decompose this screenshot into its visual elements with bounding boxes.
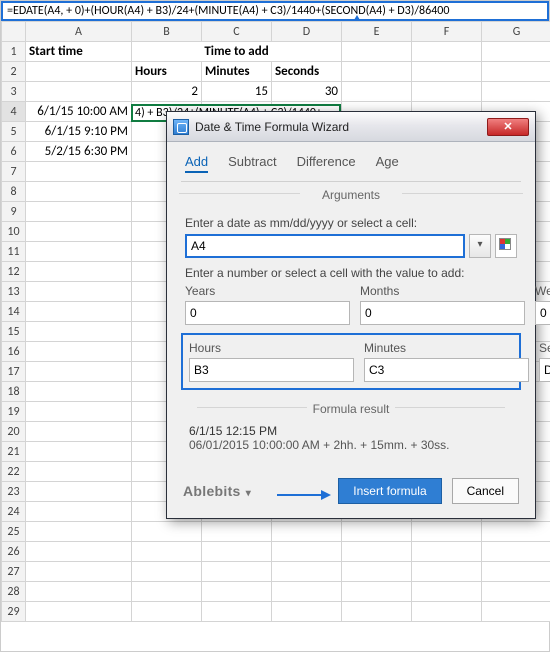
tab-age[interactable]: Age (376, 154, 399, 173)
weeks-input[interactable] (535, 301, 550, 325)
time-fields-highlight: Hours Minutes Seconds . (181, 333, 521, 390)
row-25[interactable]: 25 (2, 522, 26, 542)
col-D[interactable]: D (272, 22, 342, 42)
dialog-title: Date & Time Formula Wizard (195, 120, 349, 134)
result-line1: 6/1/15 12:15 PM (189, 424, 517, 438)
col-F[interactable]: F (412, 22, 482, 42)
col-E[interactable]: E (342, 22, 412, 42)
row-28[interactable]: 28 (2, 582, 26, 602)
cell-G3[interactable] (482, 82, 550, 102)
cell-C2[interactable]: Minutes (202, 62, 272, 82)
row-18[interactable]: 18 (2, 382, 26, 402)
formula-wizard-dialog: Date & Time Formula Wizard ✕ Add Subtrac… (166, 111, 536, 519)
cell-F1[interactable] (412, 42, 482, 62)
cell-E3[interactable] (342, 82, 412, 102)
cell-A3[interactable] (26, 82, 132, 102)
tab-bar: Add Subtract Difference Age (167, 142, 535, 181)
tab-difference[interactable]: Difference (297, 154, 356, 173)
row-24[interactable]: 24 (2, 502, 26, 522)
weeks-label: Weeks (535, 284, 550, 298)
row-6[interactable]: 6 (2, 142, 26, 162)
row-13[interactable]: 13 (2, 282, 26, 302)
date-input[interactable] (185, 234, 465, 258)
cell-G2[interactable] (482, 62, 550, 82)
tab-add[interactable]: Add (185, 154, 208, 173)
cancel-button[interactable]: Cancel (452, 478, 519, 504)
cell-B3[interactable]: 2 (132, 82, 202, 102)
cell-B2[interactable]: Hours (132, 62, 202, 82)
cell-E1[interactable] (342, 42, 412, 62)
cell-D2[interactable]: Seconds (272, 62, 342, 82)
hours-input[interactable] (189, 358, 354, 382)
row-12[interactable]: 12 (2, 262, 26, 282)
brand-label[interactable]: Ablebits ▾ (183, 483, 251, 499)
years-label: Years (185, 284, 350, 298)
cell-C3[interactable]: 15 (202, 82, 272, 102)
row-21[interactable]: 21 (2, 442, 26, 462)
section-arguments: Arguments (167, 182, 535, 204)
date-dropdown[interactable]: ▾ (469, 234, 491, 258)
cell-A5[interactable]: 6/1/15 9:10 PM (26, 122, 132, 142)
enter-date-label: Enter a date as mm/dd/yyyy or select a c… (185, 216, 517, 230)
cell-B1-D1[interactable]: Time to add (132, 42, 342, 62)
row-20[interactable]: 20 (2, 422, 26, 442)
chevron-down-icon: ▾ (243, 488, 251, 499)
row-1[interactable]: 1 (2, 42, 26, 62)
row-11[interactable]: 11 (2, 242, 26, 262)
hours-label: Hours (189, 341, 354, 355)
cell-A6[interactable]: 5/2/15 6:30 PM (26, 142, 132, 162)
col-B[interactable]: B (132, 22, 202, 42)
cell-picker-icon[interactable] (495, 234, 517, 258)
months-label: Months (360, 284, 525, 298)
row-10[interactable]: 10 (2, 222, 26, 242)
seconds-input[interactable] (539, 358, 550, 382)
row-26[interactable]: 26 (2, 542, 26, 562)
years-input[interactable] (185, 301, 350, 325)
row-4[interactable]: 4 (2, 102, 26, 122)
minutes-label: Minutes (364, 341, 529, 355)
section-result: Formula result (185, 396, 517, 418)
cell-F2[interactable] (412, 62, 482, 82)
column-header-row: A B C D E F G (2, 22, 550, 42)
row-22[interactable]: 22 (2, 462, 26, 482)
row-16[interactable]: 16 (2, 342, 26, 362)
col-A[interactable]: A (26, 22, 132, 42)
row-19[interactable]: 19 (2, 402, 26, 422)
insert-formula-button[interactable]: Insert formula (338, 478, 441, 504)
result-line2: 06/01/2015 10:00:00 AM + 2hh. + 15mm. + … (189, 438, 517, 452)
formula-bar[interactable]: =EDATE(A4, + 0)+(HOUR(A4) + B3)/24+(MINU… (1, 1, 549, 21)
minutes-input[interactable] (364, 358, 529, 382)
wizard-icon (173, 119, 189, 135)
cell-A1[interactable]: Start time (26, 42, 132, 62)
cell-E2[interactable] (342, 62, 412, 82)
enter-number-label: Enter a number or select a cell with the… (185, 266, 517, 280)
row-5[interactable]: 5 (2, 122, 26, 142)
row-3[interactable]: 3 (2, 82, 26, 102)
cell-A4[interactable]: 6/1/15 10:00 AM (26, 102, 132, 122)
dialog-titlebar[interactable]: Date & Time Formula Wizard ✕ (167, 112, 535, 142)
cell-G1[interactable] (482, 42, 550, 62)
cell-A2[interactable] (26, 62, 132, 82)
seconds-label: Seconds (539, 341, 550, 355)
cell-D3[interactable]: 30 (272, 82, 342, 102)
col-C[interactable]: C (202, 22, 272, 42)
row-9[interactable]: 9 (2, 202, 26, 222)
tab-subtract[interactable]: Subtract (228, 154, 276, 173)
row-14[interactable]: 14 (2, 302, 26, 322)
arrow-to-insert (277, 494, 329, 496)
row-8[interactable]: 8 (2, 182, 26, 202)
corner-cell[interactable] (2, 22, 26, 42)
close-button[interactable]: ✕ (487, 118, 529, 136)
row-17[interactable]: 17 (2, 362, 26, 382)
row-23[interactable]: 23 (2, 482, 26, 502)
cell-F3[interactable] (412, 82, 482, 102)
row-29[interactable]: 29 (2, 602, 26, 622)
row-7[interactable]: 7 (2, 162, 26, 182)
months-input[interactable] (360, 301, 525, 325)
row-2[interactable]: 2 (2, 62, 26, 82)
row-27[interactable]: 27 (2, 562, 26, 582)
col-G[interactable]: G (482, 22, 550, 42)
row-15[interactable]: 15 (2, 322, 26, 342)
